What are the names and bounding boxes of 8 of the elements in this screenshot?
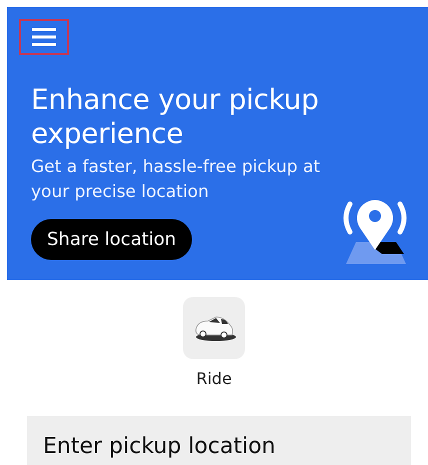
banner-title: Enhance your pickup experience	[31, 83, 320, 151]
menu-button[interactable]	[19, 19, 69, 55]
ride-label: Ride	[196, 369, 232, 388]
menu-icon	[32, 28, 56, 46]
ride-tile[interactable]	[183, 297, 245, 359]
share-location-button[interactable]: Share location	[31, 219, 192, 260]
pickup-location-field[interactable]: Enter pickup location	[27, 416, 411, 465]
banner-subtitle: Get a faster, hassle-free pickup at your precise location	[31, 156, 322, 204]
